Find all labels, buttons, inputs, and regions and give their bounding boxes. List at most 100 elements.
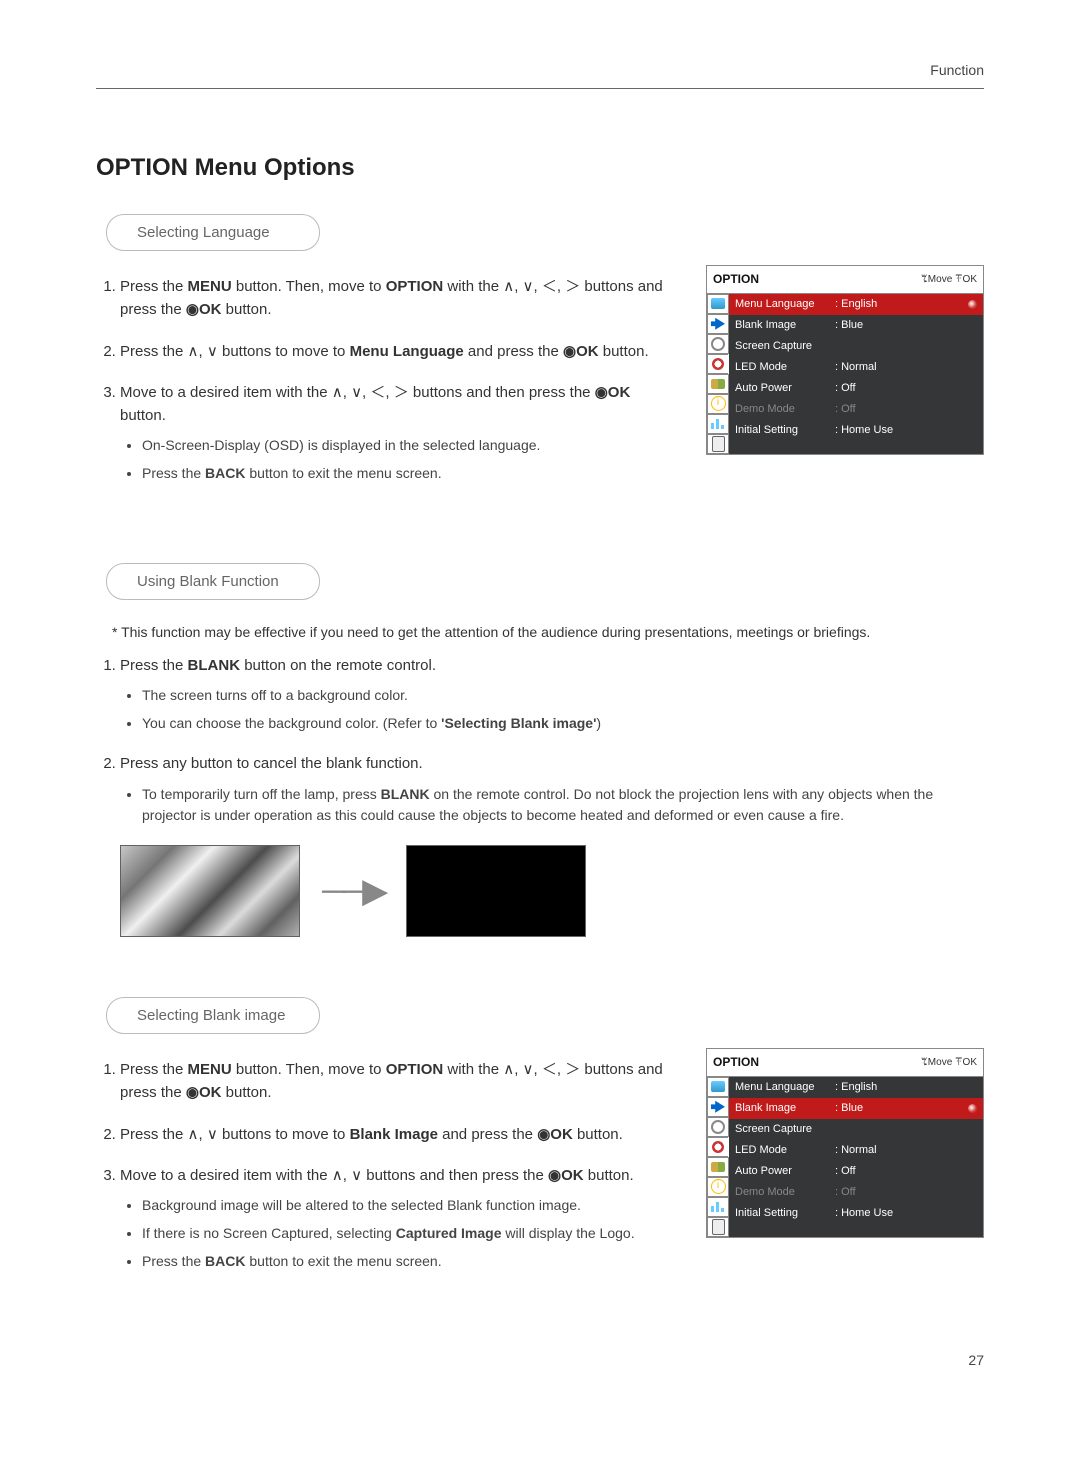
sub-list: To temporarily turn off the lamp, press … — [120, 784, 984, 827]
sub-item: To temporarily turn off the lamp, press … — [142, 784, 984, 827]
osd-title: OPTION — [713, 270, 759, 289]
osd-row-label: Initial Setting — [735, 1205, 835, 1222]
osd-row-label: Menu Language — [735, 296, 835, 313]
sub-item: If there is no Screen Captured, selectin… — [142, 1223, 678, 1245]
section-selecting-language: Selecting Language Press the MENU button… — [96, 214, 984, 503]
section-pill: Using Blank Function — [106, 563, 320, 600]
page-title: OPTION Menu Options — [96, 149, 984, 186]
osd-panel-1: OPTIONꔂMove ꔉOKiMenu Language: EnglishBl… — [706, 265, 984, 455]
osd-tab-strip: i — [707, 1077, 729, 1237]
osd-row-label: Auto Power — [735, 1163, 835, 1180]
osd-row-value: : Blue — [835, 1100, 968, 1117]
osd-row-label: Blank Image — [735, 317, 835, 334]
osd-tab-1[interactable] — [707, 314, 729, 334]
osd-row[interactable]: Auto Power: Off — [729, 1161, 983, 1182]
osd-row-value: : Home Use — [835, 422, 977, 439]
osd-body: Menu Language: EnglishBlank Image: BlueS… — [729, 294, 983, 454]
osd-panel-2: OPTIONꔂMove ꔉOKiMenu Language: EnglishBl… — [706, 1048, 984, 1238]
osd-row-label: Auto Power — [735, 380, 835, 397]
sub-item: Background image will be altered to the … — [142, 1195, 678, 1217]
step-2: Press the ∧, ∨ buttons to move to Menu L… — [120, 340, 678, 363]
osd-row[interactable]: Menu Language: English — [729, 1077, 983, 1098]
osd-row-label: Demo Mode — [735, 1184, 835, 1201]
header-category: Function — [930, 62, 984, 78]
osd-tab-4[interactable] — [707, 374, 729, 394]
osd-hints: ꔂMove ꔉOK — [921, 272, 977, 288]
sub-item: The screen turns off to a background col… — [142, 685, 984, 707]
steps-list: Press the BLANK button on the remote con… — [96, 654, 984, 827]
selected-icon — [968, 300, 977, 309]
step-1: Press the MENU button. Then, move to OPT… — [120, 275, 678, 322]
page-root: Function OPTION Menu Options Selecting L… — [0, 0, 1080, 1412]
osd-row-value: : English — [835, 296, 968, 313]
osd-tab-7[interactable] — [707, 434, 729, 454]
osd-tab-7[interactable] — [707, 1217, 729, 1237]
osd-tab-2[interactable] — [707, 334, 729, 354]
selected-icon — [968, 1104, 977, 1113]
osd-tab-0[interactable] — [707, 294, 729, 314]
osd-tab-5[interactable]: i — [707, 394, 729, 414]
step-2: Press any button to cancel the blank fun… — [120, 752, 984, 827]
osd-tab-2[interactable] — [707, 1117, 729, 1137]
osd-row[interactable]: Menu Language: English — [729, 294, 983, 315]
page-header: Function — [96, 60, 984, 89]
section-pill: Selecting Blank image — [106, 997, 320, 1034]
osd-tab-6[interactable] — [707, 1197, 729, 1217]
osd-title-bar: OPTIONꔂMove ꔉOK — [707, 1049, 983, 1077]
osd-row[interactable]: Blank Image: Blue — [729, 315, 983, 336]
arrow-icon: ──▶ — [322, 865, 384, 918]
osd-row-value: : Normal — [835, 1142, 977, 1159]
osd-title-bar: OPTION ꔂMove ꔉOK — [707, 266, 983, 294]
image-before — [120, 845, 300, 937]
osd-row-label: LED Mode — [735, 1142, 835, 1159]
osd-row-label: Initial Setting — [735, 422, 835, 439]
osd-row[interactable]: Screen Capture — [729, 336, 983, 357]
osd-tab-6[interactable] — [707, 414, 729, 434]
osd-row-label: Blank Image — [735, 1100, 835, 1117]
osd-row-value: : Off — [835, 1184, 977, 1201]
osd-tab-4[interactable] — [707, 1157, 729, 1177]
osd-row-label: LED Mode — [735, 359, 835, 376]
steps-list: Press the MENU button. Then, move to OPT… — [96, 1058, 678, 1272]
osd-row[interactable]: Initial Setting: Home Use — [729, 1203, 983, 1224]
step-2: Press the ∧, ∨ buttons to move to Blank … — [120, 1123, 678, 1146]
steps-list: Press the MENU button. Then, move to OPT… — [96, 275, 678, 485]
step-3: Move to a desired item with the ∧, ∨ but… — [120, 1164, 678, 1272]
osd-row-value: : Normal — [835, 359, 977, 376]
sub-list: On-Screen-Display (OSD) is displayed in … — [120, 435, 678, 484]
osd-row[interactable]: LED Mode: Normal — [729, 1140, 983, 1161]
sub-item: You can choose the background color. (Re… — [142, 713, 984, 735]
osd-row[interactable]: Initial Setting: Home Use — [729, 420, 983, 441]
osd-tab-5[interactable]: i — [707, 1177, 729, 1197]
image-after — [406, 845, 586, 937]
osd-row[interactable]: Blank Image: Blue — [729, 1098, 983, 1119]
section-pill: Selecting Language — [106, 214, 320, 251]
osd-row-label: Demo Mode — [735, 401, 835, 418]
section-using-blank-function: Using Blank Function * This function may… — [96, 563, 984, 937]
section-selecting-blank-image: Selecting Blank image Press the MENU but… — [96, 997, 984, 1290]
osd-row-value: : Off — [835, 401, 977, 418]
osd-row-label: Screen Capture — [735, 338, 835, 355]
osd-row[interactable]: Demo Mode: Off — [729, 399, 983, 420]
osd-row-value: : English — [835, 1079, 977, 1096]
osd-row[interactable]: Screen Capture — [729, 1119, 983, 1140]
blank-illustration: ──▶ — [120, 845, 984, 937]
osd-row-label: Menu Language — [735, 1079, 835, 1096]
osd-row-value: : Off — [835, 1163, 977, 1180]
page-number: 27 — [96, 1350, 984, 1372]
osd-tab-3[interactable] — [707, 1137, 728, 1157]
osd-row-value: : Home Use — [835, 1205, 977, 1222]
osd-row-label: Screen Capture — [735, 1121, 835, 1138]
osd-tab-1[interactable] — [707, 1097, 729, 1117]
osd-row-value: : Off — [835, 380, 977, 397]
sub-item: Press the BACK button to exit the menu s… — [142, 1251, 678, 1273]
osd-tab-0[interactable] — [707, 1077, 729, 1097]
osd-row[interactable]: LED Mode: Normal — [729, 357, 983, 378]
section-note: * This function may be effective if you … — [112, 622, 984, 644]
osd-row[interactable]: Auto Power: Off — [729, 378, 983, 399]
sub-list: The screen turns off to a background col… — [120, 685, 984, 734]
sub-item: On-Screen-Display (OSD) is displayed in … — [142, 435, 678, 457]
osd-title: OPTION — [713, 1053, 759, 1072]
osd-row[interactable]: Demo Mode: Off — [729, 1182, 983, 1203]
osd-tab-3[interactable] — [707, 354, 728, 374]
